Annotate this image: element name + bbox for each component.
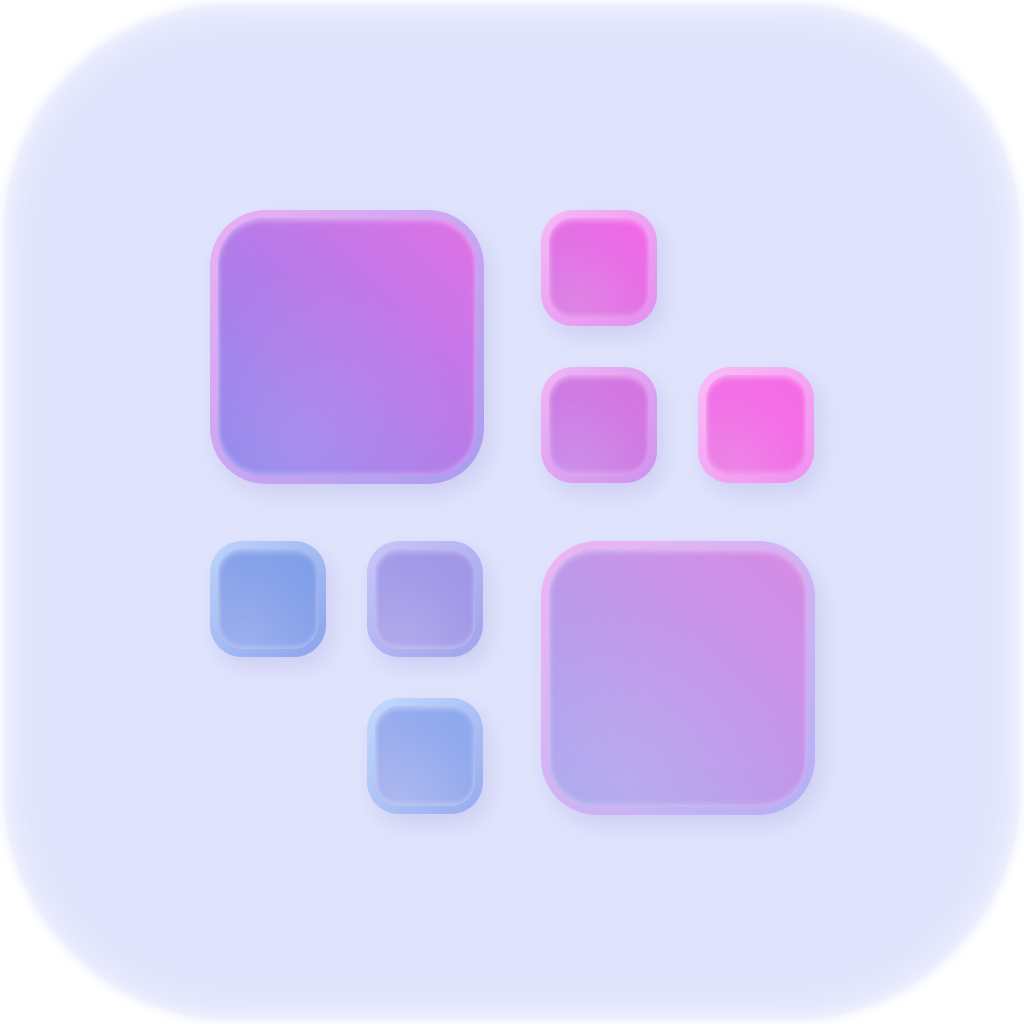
tile-small-bottom-left-a [210,541,326,657]
tile-small-top-a [541,210,657,326]
tile-small-mid-b [698,367,814,483]
tile-small-bottom-left-c [367,698,483,814]
app-icon-background [4,4,1020,1020]
tile-small-bottom-left-b [367,541,483,657]
tile-large-bottom-right [541,541,815,815]
tile-large-top-left [210,210,484,484]
tile-small-mid-a [541,367,657,483]
